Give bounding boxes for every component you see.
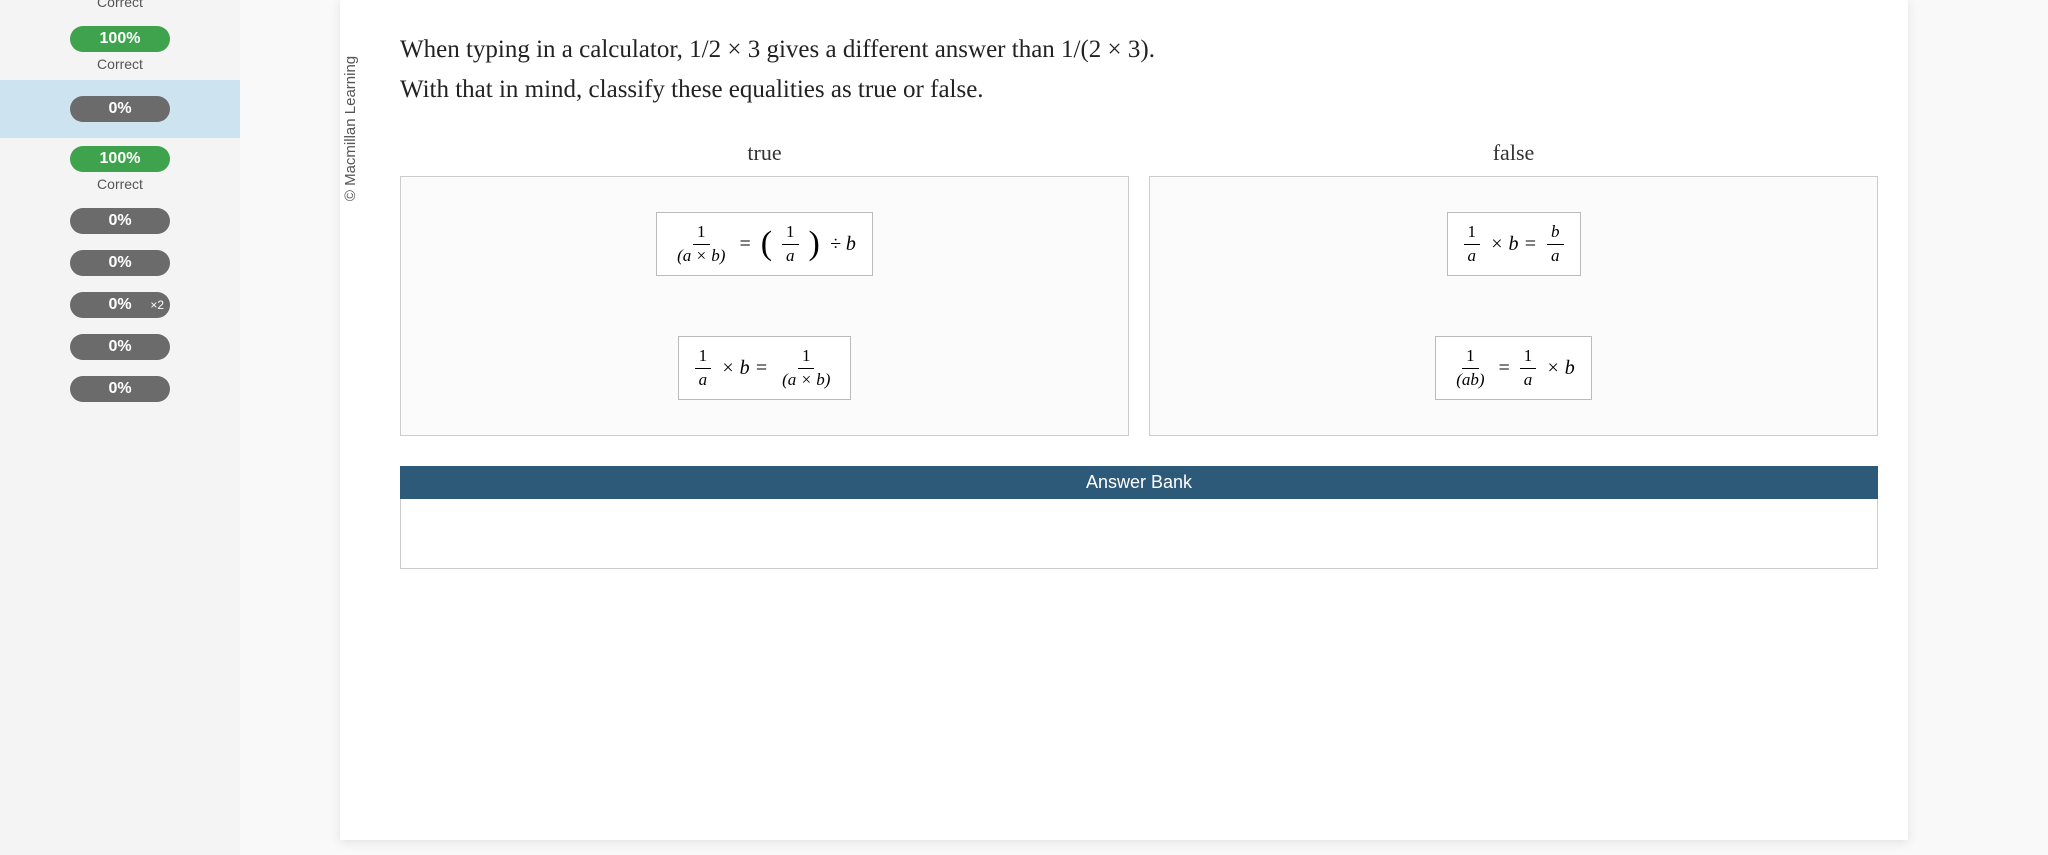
numerator: b (1547, 223, 1564, 245)
question-prompt: When typing in a calculator, 1/2 × 3 giv… (370, 0, 1908, 120)
bucket-false-dropzone[interactable]: 1 a × b = b a 1 (ab) (1149, 176, 1878, 436)
denominator: (a × b) (673, 245, 729, 266)
bucket-true-dropzone[interactable]: 1 (a × b) = ( 1 a ) ÷ b (400, 176, 1129, 436)
main-area: © Macmillan Learning When typing in a ca… (240, 0, 2048, 855)
sidebar-item-2[interactable]: 0% (0, 80, 240, 138)
mid-text: × b = (1490, 233, 1537, 256)
sidebar-status: Correct (0, 176, 240, 192)
numerator: 1 (1520, 347, 1537, 369)
sidebar-item-3[interactable]: 100% Correct (0, 138, 240, 200)
tail: ÷ b (830, 233, 856, 256)
denominator: a (1464, 245, 1481, 266)
pill-pct: 0% (108, 296, 131, 313)
fraction: b a (1547, 223, 1564, 265)
equation-tile-4[interactable]: 1 (ab) = 1 a × b (1435, 336, 1592, 400)
denominator: (ab) (1452, 369, 1488, 390)
sidebar-status: Correct (0, 0, 240, 10)
progress-pill: 100% (70, 26, 170, 52)
numerator: 1 (798, 347, 815, 369)
fraction: 1 a (782, 223, 799, 265)
progress-pill: 0% ×2 (70, 292, 170, 318)
bucket-true: true 1 (a × b) = ( 1 a ) (400, 140, 1129, 436)
sidebar-item-6[interactable]: 0% ×2 (0, 284, 240, 326)
sidebar: Correct 100% Correct 0% 100% Correct 0% … (0, 0, 240, 855)
fraction: 1 (ab) (1452, 347, 1488, 389)
bucket-true-label: true (747, 140, 781, 166)
denominator: a (695, 369, 712, 390)
fraction: 1 a (695, 347, 712, 389)
left-paren-icon: ( (761, 227, 772, 261)
progress-pill: 0% (70, 334, 170, 360)
bucket-false-label: false (1493, 140, 1535, 166)
fraction: 1 a (1464, 223, 1481, 265)
numerator: 1 (1464, 223, 1481, 245)
answer-bank-header: Answer Bank (400, 466, 1878, 499)
sidebar-item-4[interactable]: 0% (0, 200, 240, 242)
fraction: 1 (a × b) (673, 223, 729, 265)
equals: = (739, 233, 750, 256)
equation-tile-3[interactable]: 1 a × b = b a (1447, 212, 1581, 276)
denominator: (a × b) (778, 369, 834, 390)
numerator: 1 (782, 223, 799, 245)
equation-tile-2[interactable]: 1 a × b = 1 (a × b) (678, 336, 852, 400)
denominator: a (1520, 369, 1537, 390)
classification-buckets: true 1 (a × b) = ( 1 a ) (370, 140, 1908, 436)
copyright-strip: © Macmillan Learning (340, 0, 362, 840)
progress-pill: 100% (70, 146, 170, 172)
numerator: 1 (695, 347, 712, 369)
denominator: a (1547, 245, 1564, 266)
progress-pill: 0% (70, 96, 170, 122)
equals: = (1499, 357, 1510, 380)
denominator: a (782, 245, 799, 266)
sidebar-item-5[interactable]: 0% (0, 242, 240, 284)
equation-tile-1[interactable]: 1 (a × b) = ( 1 a ) ÷ b (656, 212, 873, 276)
sidebar-item-0[interactable]: Correct (0, 0, 240, 18)
progress-pill: 0% (70, 208, 170, 234)
numerator: 1 (693, 223, 710, 245)
tail: × b (1546, 357, 1575, 380)
mid-text: × b = (721, 357, 768, 380)
prompt-line-2: With that in mind, classify these equali… (400, 70, 1878, 110)
sidebar-status: Correct (0, 56, 240, 72)
question-card: © Macmillan Learning When typing in a ca… (340, 0, 1908, 840)
progress-pill: 0% (70, 250, 170, 276)
fraction: 1 (a × b) (778, 347, 834, 389)
right-paren-icon: ) (809, 227, 820, 261)
pill-mult: ×2 (150, 298, 164, 312)
sidebar-item-1[interactable]: 100% Correct (0, 18, 240, 80)
answer-bank: Answer Bank (370, 436, 1908, 569)
prompt-line-1: When typing in a calculator, 1/2 × 3 giv… (400, 30, 1878, 70)
copyright-text: © Macmillan Learning (343, 56, 360, 201)
sidebar-item-8[interactable]: 0% (0, 368, 240, 410)
answer-bank-dropzone[interactable] (400, 499, 1878, 569)
sidebar-item-7[interactable]: 0% (0, 326, 240, 368)
fraction: 1 a (1520, 347, 1537, 389)
bucket-false: false 1 a × b = b a (1149, 140, 1878, 436)
progress-pill: 0% (70, 376, 170, 402)
numerator: 1 (1462, 347, 1479, 369)
